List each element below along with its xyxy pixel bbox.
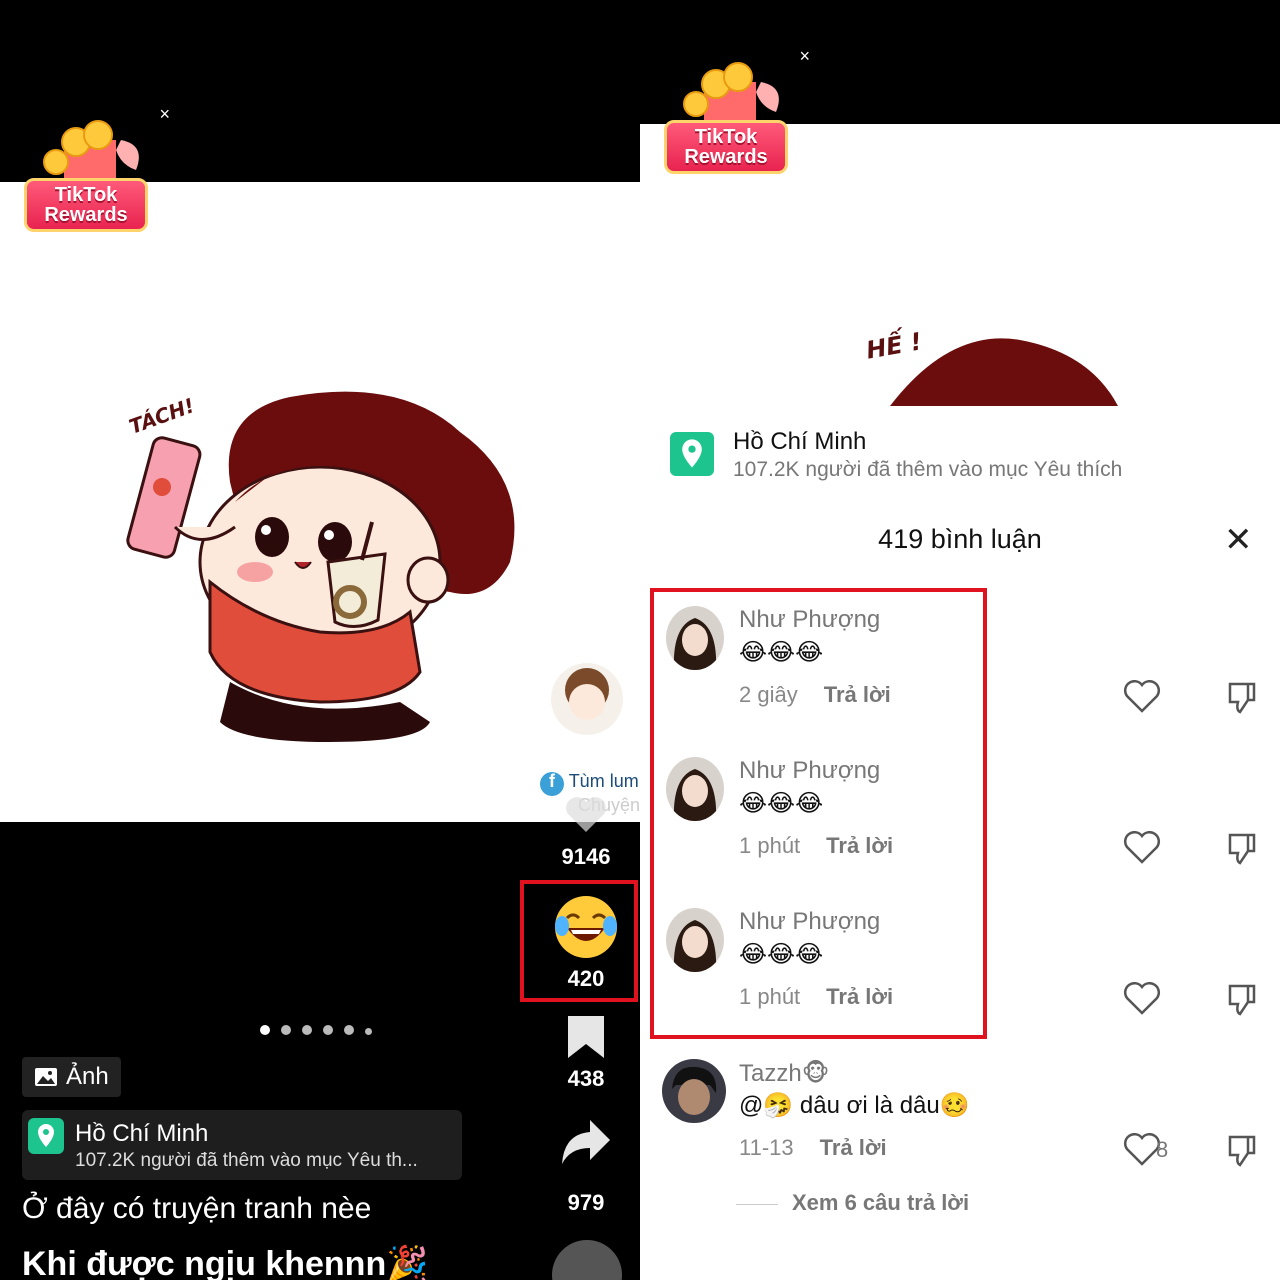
reply-button[interactable]: Trả lời xyxy=(820,1135,887,1160)
image-icon xyxy=(35,1068,57,1086)
save-action[interactable]: 438 xyxy=(536,1014,636,1092)
location-card[interactable]: Hồ Chí Minh 107.2K người đã thêm vào mục… xyxy=(22,1110,462,1180)
user-avatar[interactable] xyxy=(662,1059,726,1123)
comments-view-panel: HẾ ! Hồ Chí Minh 107.2K người đã thêm và… xyxy=(640,0,1280,1280)
comment-time: 11-13 xyxy=(739,1135,794,1160)
location-subtext: 107.2K người đã thêm vào mục Yêu thích xyxy=(733,458,1123,481)
like-count: 8 xyxy=(1156,1137,1169,1162)
rewards-close-button[interactable]: × xyxy=(799,46,810,67)
heart-icon[interactable] xyxy=(1122,982,1162,1016)
location-pin-icon xyxy=(28,1118,64,1154)
location-name: Hồ Chí Minh xyxy=(75,1120,209,1147)
rewards-line1: TikTok xyxy=(694,126,758,148)
location-pin-icon xyxy=(670,432,714,476)
carousel-dot xyxy=(344,1025,354,1035)
photo-mode-label: Ảnh xyxy=(66,1063,109,1090)
post-photo[interactable]: TÁCH! f Tùm lum Chuyện xyxy=(0,182,640,822)
rewards-plaque: TikTok Rewards xyxy=(664,120,788,174)
rewards-plaque: TikTok Rewards xyxy=(24,178,148,232)
carousel-dot xyxy=(260,1025,270,1035)
save-count: 438 xyxy=(567,1066,605,1091)
share-count: 979 xyxy=(567,1190,605,1215)
video-feed-panel: TÁCH! f Tùm lum Chuyện TikTok Rewards × … xyxy=(0,0,640,1280)
sticker-illustration xyxy=(126,391,623,742)
dislike-icon[interactable] xyxy=(1226,680,1256,714)
watermark-line1: Tùm lum xyxy=(568,771,639,791)
reaction-count: 420 xyxy=(567,966,605,991)
like-count: 9146 xyxy=(561,844,611,869)
laughing-emoji-icon xyxy=(555,896,617,958)
rewards-line2: Rewards xyxy=(684,146,768,168)
heart-icon xyxy=(566,797,606,832)
comment-text: @🤧 dâu ơi là dâu🥴 xyxy=(739,1092,970,1119)
photo-mode-tag[interactable]: Ảnh xyxy=(22,1057,121,1097)
location-subtext: 107.2K người đã thêm vào mục Yêu th... xyxy=(75,1150,418,1171)
like-action[interactable]: 9146 xyxy=(536,790,636,870)
tiktok-rewards-badge[interactable]: TikTok Rewards × xyxy=(16,104,170,240)
heart-icon[interactable] xyxy=(1122,831,1162,865)
coins-icon xyxy=(43,120,139,180)
dislike-icon[interactable] xyxy=(1226,1133,1256,1167)
music-disc-avatar[interactable] xyxy=(552,1240,622,1280)
carousel-dot xyxy=(281,1025,291,1035)
share-arrow-icon xyxy=(562,1120,610,1164)
comment-username[interactable]: Tazzh🐵 xyxy=(739,1059,829,1088)
tiktok-rewards-badge[interactable]: TikTok Rewards × xyxy=(656,46,810,182)
close-comments-button[interactable]: ✕ xyxy=(1224,520,1253,560)
caption-line1: Ở đây có truyện tranh nèe xyxy=(22,1192,372,1225)
comment-item: Tazzh🐵 @🤧 dâu ơi là dâu🥴 11-13 Trả lời 8 xyxy=(640,1059,1280,1209)
dislike-icon[interactable] xyxy=(1226,831,1256,865)
carousel-dot xyxy=(323,1025,333,1035)
bookmark-icon xyxy=(568,1016,604,1058)
location-name: Hồ Chí Minh xyxy=(733,428,867,455)
highlight-box-comments xyxy=(650,588,987,1039)
rewards-line2: Rewards xyxy=(44,204,128,226)
coins-icon xyxy=(683,62,779,122)
carousel-dot xyxy=(302,1025,312,1035)
reaction-action[interactable]: 420 xyxy=(536,894,636,992)
rewards-line1: TikTok xyxy=(54,184,118,206)
share-action[interactable]: 979 xyxy=(536,1118,636,1216)
view-replies-label: Xem 6 câu trả lời xyxy=(792,1190,970,1215)
hair-illustration xyxy=(890,338,1118,406)
heart-icon[interactable] xyxy=(1122,680,1162,714)
comments-count-title: 419 bình luận xyxy=(878,524,1042,554)
comment-meta: 11-13 Trả lời xyxy=(739,1135,887,1161)
caption-line2: Khi được ngịu khennn🎉 xyxy=(22,1245,429,1280)
divider-line xyxy=(736,1203,778,1205)
carousel-dot xyxy=(365,1028,372,1035)
dislike-icon[interactable] xyxy=(1226,982,1256,1016)
carousel-indicator xyxy=(260,1022,383,1040)
rewards-close-button[interactable]: × xyxy=(159,104,170,125)
view-replies-button[interactable]: Xem 6 câu trả lời xyxy=(736,1190,969,1216)
